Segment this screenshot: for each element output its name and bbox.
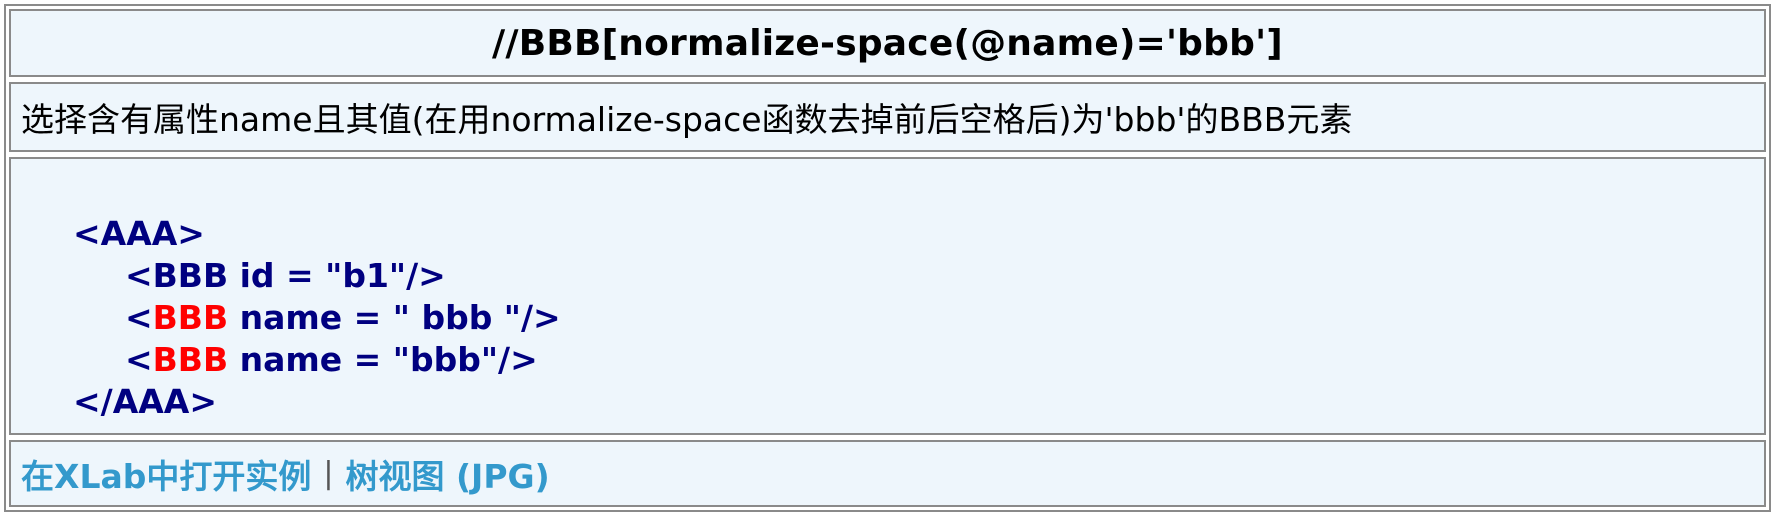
description-text: 选择含有属性name且其值(在用normalize-space函数去掉前后空格后… — [21, 100, 1353, 139]
open-in-xlab-link[interactable]: 在XLab中打开实例 — [21, 450, 311, 498]
tag-open-bracket: < — [125, 298, 153, 337]
link-separator: | — [323, 456, 334, 491]
code-example-cell: <AAA> <BBB id = "b1"/> <BBB name = " bbb… — [9, 157, 1766, 435]
tag-open-bracket: < — [125, 340, 153, 379]
code-line-bbb-name: <BBB name = "bbb"/> — [125, 340, 538, 379]
code-line-bbb-id: <BBB id = "b1"/> — [125, 256, 446, 295]
highlighted-tag: BBB — [152, 298, 229, 337]
code-line-aaa-close: </AAA> — [73, 382, 217, 421]
tree-view-link[interactable]: 树视图 (JPG) — [345, 450, 549, 498]
tag-attributes: name = "bbb"/> — [228, 340, 538, 379]
title-cell: //BBB[normalize-space(@name)='bbb'] — [9, 9, 1766, 77]
tag-attributes: name = " bbb "/> — [228, 298, 561, 337]
code-line-bbb-name-spaced: <BBB name = " bbb "/> — [125, 298, 561, 337]
example-table: //BBB[normalize-space(@name)='bbb'] 选择含有… — [4, 4, 1771, 512]
description-cell: 选择含有属性name且其值(在用normalize-space函数去掉前后空格后… — [9, 82, 1766, 152]
code-line-aaa-open: <AAA> — [73, 214, 205, 253]
links-cell: 在XLab中打开实例 | 树视图 (JPG) — [9, 440, 1766, 507]
highlighted-tag: BBB — [152, 340, 229, 379]
xpath-title: //BBB[normalize-space(@name)='bbb'] — [492, 22, 1283, 64]
